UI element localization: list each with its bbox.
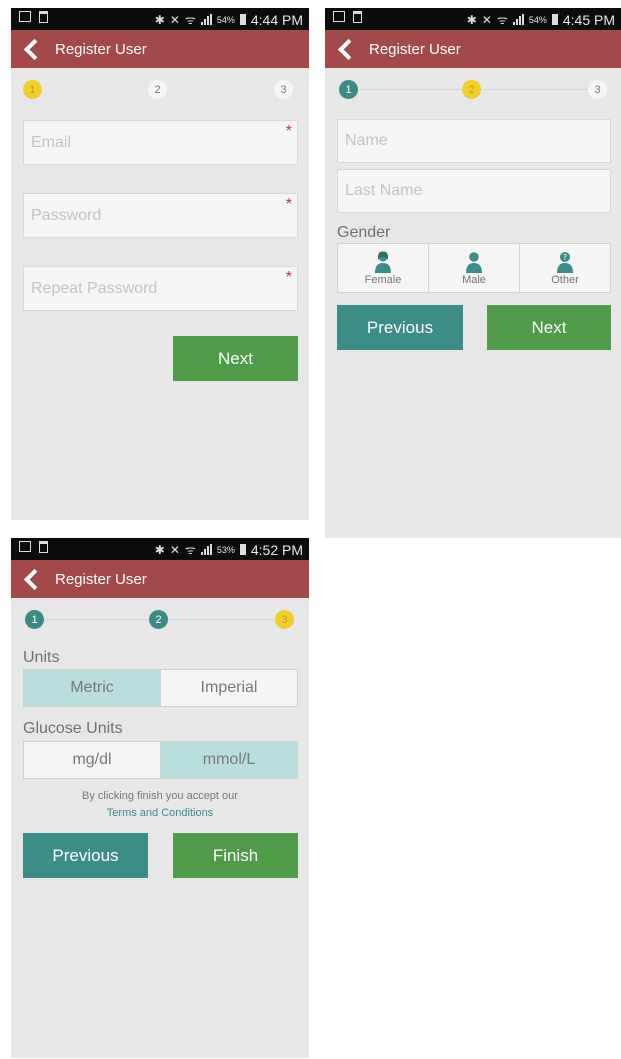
step-2: 2: [149, 610, 168, 629]
gender-option-other[interactable]: ? Other: [519, 244, 610, 292]
units-selector: Metric Imperial: [23, 669, 298, 707]
back-arrow-icon[interactable]: [19, 560, 49, 598]
glucose-units-selector: mg/dl mmol/L: [23, 741, 298, 779]
bluetooth-icon: ✱: [466, 12, 477, 27]
status-bar: ✱ ✕ ᯤ 54% 4:45 PM: [325, 8, 621, 30]
bluetooth-icon: ✱: [154, 542, 165, 557]
screenshot-icon: [19, 11, 31, 22]
screen-step-3: ✱ ✕ ᯤ 53% 4:52 PM Register User 1 2 3 Un…: [11, 538, 309, 1058]
step-1: 1: [23, 80, 42, 99]
required-marker: *: [285, 196, 292, 213]
clipboard-icon: [39, 541, 48, 553]
step-1: 1: [339, 80, 358, 99]
glucose-option-mmol[interactable]: mmol/L: [160, 742, 297, 778]
required-marker: *: [285, 269, 292, 286]
status-bar: ✱ ✕ ᯤ 53% 4:52 PM: [11, 538, 309, 560]
mute-icon: ✕: [169, 12, 180, 27]
battery-percent: 53%: [216, 544, 235, 555]
battery-percent: 54%: [528, 14, 547, 25]
repeat-password-field[interactable]: Repeat Password *: [23, 266, 298, 311]
signal-icon: [200, 544, 212, 555]
app-bar: Register User: [11, 560, 309, 598]
status-bar: ✱ ✕ ᯤ 54% 4:44 PM: [11, 8, 309, 30]
gender-selector: Female Male ? Other: [337, 243, 611, 293]
wifi-icon: ᯤ: [496, 13, 508, 27]
terms-notice: By clicking finish you accept our Terms …: [11, 788, 309, 822]
previous-button[interactable]: Previous: [337, 305, 463, 350]
terms-text: By clicking finish you accept our: [82, 790, 238, 802]
clock: 4:44 PM: [250, 11, 303, 28]
clipboard-icon: [353, 11, 362, 23]
screenshot-icon: [19, 541, 31, 552]
screen-step-2: ✱ ✕ ᯤ 54% 4:45 PM Register User 1 2 3 Na…: [325, 8, 621, 538]
female-user-icon: [375, 250, 391, 273]
gender-option-label: Female: [364, 273, 402, 286]
other-user-icon: ?: [557, 251, 573, 273]
gender-option-label: Other: [551, 273, 579, 286]
next-button[interactable]: Next: [487, 305, 611, 350]
gender-label: Gender: [337, 224, 391, 241]
name-placeholder: Name: [345, 132, 388, 149]
back-arrow-icon[interactable]: [333, 30, 363, 68]
finish-button[interactable]: Finish: [173, 833, 298, 878]
units-option-metric[interactable]: Metric: [24, 670, 160, 706]
glucose-option-mgdl[interactable]: mg/dl: [24, 742, 160, 778]
page-title: Register User: [369, 40, 461, 58]
stepper: 1 2 3: [325, 68, 621, 112]
previous-button[interactable]: Previous: [23, 833, 148, 878]
wifi-icon: ᯤ: [184, 543, 196, 557]
app-bar: Register User: [11, 30, 309, 68]
svg-text:?: ?: [563, 253, 567, 262]
battery-icon: [239, 544, 246, 555]
terms-link[interactable]: Terms and Conditions: [11, 805, 309, 822]
mute-icon: ✕: [481, 12, 492, 27]
gender-option-male[interactable]: Male: [428, 244, 519, 292]
page-title: Register User: [55, 40, 147, 58]
clipboard-icon: [39, 11, 48, 23]
last-name-field[interactable]: Last Name: [337, 169, 611, 213]
last-name-placeholder: Last Name: [345, 182, 423, 199]
male-user-icon: [466, 251, 482, 273]
battery-percent: 54%: [216, 14, 235, 25]
email-placeholder: Email: [31, 133, 72, 151]
bluetooth-icon: ✱: [154, 12, 165, 27]
step-3: 3: [588, 80, 607, 99]
wifi-icon: ᯤ: [184, 13, 196, 27]
step-3: 3: [275, 610, 294, 629]
password-placeholder: Password: [31, 206, 102, 224]
units-option-imperial[interactable]: Imperial: [160, 670, 297, 706]
page-title: Register User: [55, 570, 147, 588]
glucose-units-label: Glucose Units: [23, 720, 123, 737]
signal-icon: [200, 14, 212, 25]
gender-option-female[interactable]: Female: [338, 244, 428, 292]
back-arrow-icon[interactable]: [19, 30, 49, 68]
password-field[interactable]: Password *: [23, 193, 298, 238]
stepper: 1 2 3: [11, 68, 309, 112]
next-button[interactable]: Next: [173, 336, 298, 381]
signal-icon: [512, 14, 524, 25]
step-2: 2: [148, 80, 167, 99]
gender-option-label: Male: [462, 273, 486, 286]
step-3: 3: [274, 80, 293, 99]
step-2: 2: [462, 80, 481, 99]
email-field[interactable]: Email *: [23, 120, 298, 165]
mute-icon: ✕: [169, 542, 180, 557]
step-1: 1: [25, 610, 44, 629]
required-marker: *: [285, 123, 292, 140]
stepper: 1 2 3: [11, 598, 309, 642]
screen-step-1: ✱ ✕ ᯤ 54% 4:44 PM Register User 1 2 3 Em…: [11, 8, 309, 520]
clock: 4:52 PM: [250, 541, 303, 558]
app-bar: Register User: [325, 30, 621, 68]
name-field[interactable]: Name: [337, 119, 611, 163]
screenshot-icon: [333, 11, 345, 22]
battery-icon: [239, 14, 246, 25]
clock: 4:45 PM: [562, 11, 615, 28]
repeat-password-placeholder: Repeat Password: [31, 279, 158, 297]
units-label: Units: [23, 649, 60, 666]
battery-icon: [551, 14, 558, 25]
